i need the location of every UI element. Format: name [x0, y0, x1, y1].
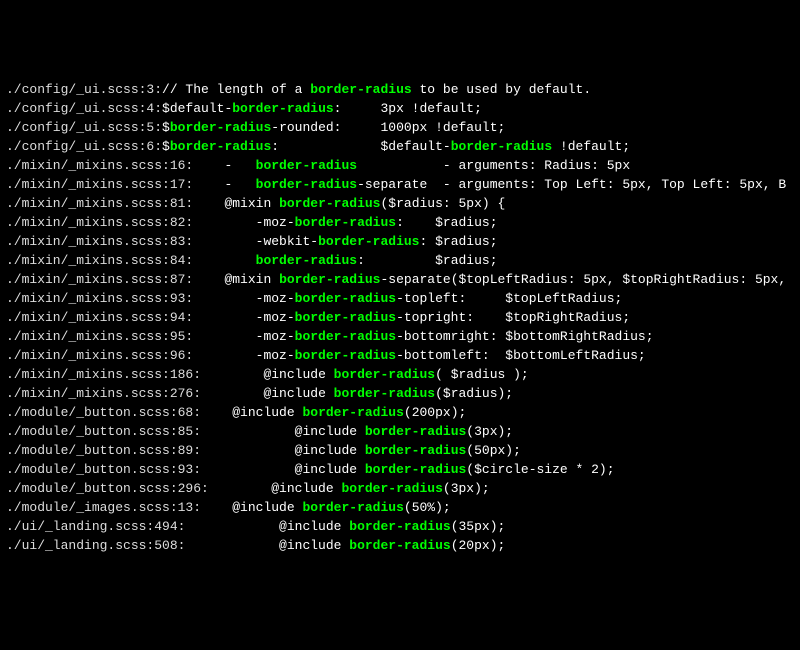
- grep-result-line: ./module/_button.scss:93: @include borde…: [6, 460, 794, 479]
- grep-result-line: ./mixin/_mixins.scss:276: @include borde…: [6, 384, 794, 403]
- grep-result-line: ./mixin/_mixins.scss:186: @include borde…: [6, 365, 794, 384]
- grep-result-line: ./mixin/_mixins.scss:96: -moz-border-rad…: [6, 346, 794, 365]
- grep-result-line: ./module/_images.scss:13: @include borde…: [6, 498, 794, 517]
- grep-result-line: ./module/_button.scss:68: @include borde…: [6, 403, 794, 422]
- grep-result-line: ./config/_ui.scss:5:$border-radius-round…: [6, 118, 794, 137]
- grep-result-line: ./mixin/_mixins.scss:94: -moz-border-rad…: [6, 308, 794, 327]
- grep-result-line: ./mixin/_mixins.scss:84: border-radius: …: [6, 251, 794, 270]
- grep-result-line: ./ui/_landing.scss:494: @include border-…: [6, 517, 794, 536]
- grep-result-line: ./ui/_landing.scss:508: @include border-…: [6, 536, 794, 555]
- grep-result-line: ./module/_button.scss:85: @include borde…: [6, 422, 794, 441]
- grep-result-line: ./mixin/_mixins.scss:93: -moz-border-rad…: [6, 289, 794, 308]
- grep-result-line: ./config/_ui.scss:6:$border-radius: $def…: [6, 137, 794, 156]
- grep-result-line: ./mixin/_mixins.scss:83: -webkit-border-…: [6, 232, 794, 251]
- grep-result-line: ./module/_button.scss:89: @include borde…: [6, 441, 794, 460]
- grep-result-line: ./mixin/_mixins.scss:16: - border-radius…: [6, 156, 794, 175]
- grep-result-line: ./mixin/_mixins.scss:82: -moz-border-rad…: [6, 213, 794, 232]
- grep-result-line: ./config/_ui.scss:4:$default-border-radi…: [6, 99, 794, 118]
- grep-result-line: ./mixin/_mixins.scss:81: @mixin border-r…: [6, 194, 794, 213]
- grep-result-line: ./mixin/_mixins.scss:17: - border-radius…: [6, 175, 794, 194]
- grep-result-line: ./module/_button.scss:296: @include bord…: [6, 479, 794, 498]
- grep-result-line: ./config/_ui.scss:3:// The length of a b…: [6, 80, 794, 99]
- grep-result-line: ./mixin/_mixins.scss:87: @mixin border-r…: [6, 270, 794, 289]
- grep-result-line: ./mixin/_mixins.scss:95: -moz-border-rad…: [6, 327, 794, 346]
- terminal-output: ./config/_ui.scss:3:// The length of a b…: [6, 80, 794, 555]
